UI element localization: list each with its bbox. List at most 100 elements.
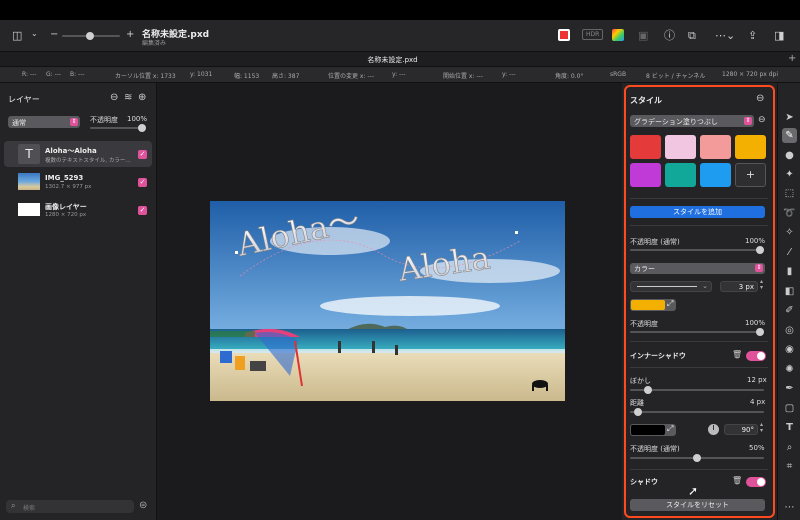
collapse-icon[interactable]: ⊖ bbox=[110, 93, 118, 103]
swatch-orange[interactable] bbox=[735, 135, 766, 159]
opacity-normal-value: 100% bbox=[745, 237, 766, 245]
info-g: G: --- bbox=[46, 71, 62, 78]
stroke-width-field[interactable]: 3 px bbox=[720, 281, 758, 292]
share-export-icon[interactable]: ⧉ bbox=[688, 30, 696, 41]
stroke-style-select[interactable]: ⌄ bbox=[630, 281, 712, 292]
visibility-checkbox[interactable]: ✓ bbox=[138, 206, 147, 215]
visibility-checkbox[interactable]: ✓ bbox=[138, 150, 147, 159]
inspector-toggle-icon[interactable]: ◨ bbox=[774, 30, 784, 41]
remove-fill-icon[interactable]: ⊖ bbox=[758, 116, 766, 125]
eyedropper-icon[interactable]: ⤢ bbox=[667, 299, 673, 309]
clone-tool-icon[interactable]: ◎ bbox=[782, 323, 797, 338]
zoom-slider-knob[interactable] bbox=[86, 32, 94, 40]
stroke-color-well[interactable]: ⤢ bbox=[630, 299, 676, 311]
shadow-color-well[interactable]: ⤢ bbox=[630, 424, 676, 436]
zoom-tool-icon[interactable]: ⌕ bbox=[782, 440, 797, 455]
visibility-checkbox[interactable]: ✓ bbox=[138, 178, 147, 187]
opacity-slider-knob[interactable] bbox=[138, 124, 146, 132]
more-tools-icon[interactable]: ⋯ bbox=[782, 500, 797, 515]
swatch-red[interactable] bbox=[630, 135, 661, 159]
lasso-tool-icon[interactable]: ➰ bbox=[782, 206, 797, 221]
swatch-grid: + bbox=[630, 135, 770, 191]
angle-dial[interactable] bbox=[708, 424, 719, 435]
slider-knob[interactable] bbox=[756, 246, 764, 254]
add-layer-icon[interactable]: ⊕ bbox=[138, 93, 146, 103]
slider-knob[interactable] bbox=[693, 454, 701, 462]
swatch-salmon[interactable] bbox=[700, 135, 731, 159]
blur-slider[interactable] bbox=[630, 386, 764, 394]
opacity-slider[interactable] bbox=[630, 328, 764, 336]
brush-tool-icon[interactable]: ⁄ bbox=[782, 245, 797, 260]
shadow-toggle[interactable] bbox=[746, 477, 766, 487]
inner-shadow-toggle[interactable] bbox=[746, 351, 766, 361]
info-bit-depth: 8 ビット / チャンネル bbox=[646, 73, 706, 80]
opacity-normal-slider[interactable] bbox=[630, 246, 764, 254]
hdr-button[interactable]: HDR bbox=[582, 29, 604, 40]
image-canvas[interactable]: Aloha〜 Aloha bbox=[210, 201, 565, 401]
zoom-slider[interactable] bbox=[62, 32, 120, 40]
info-pos-y: y: --- bbox=[392, 71, 406, 78]
more-options-icon[interactable]: ⋯⌄ bbox=[715, 30, 735, 41]
share-icon[interactable]: ⇪ bbox=[748, 30, 757, 41]
slider-knob[interactable] bbox=[634, 408, 642, 416]
swatch-purple[interactable] bbox=[630, 163, 661, 187]
color-adjust-tool-icon[interactable]: ● bbox=[782, 148, 797, 163]
select-tool-icon[interactable]: ⬚ bbox=[782, 186, 797, 201]
angle-field[interactable]: 90° bbox=[724, 424, 758, 435]
fill-type-value: グラデーション塗りつぶし bbox=[634, 118, 718, 126]
info-icon[interactable]: ⓘ bbox=[664, 30, 675, 41]
add-style-button[interactable]: スタイルを追加 bbox=[630, 206, 765, 218]
text-tool-icon[interactable]: T bbox=[782, 420, 797, 435]
tab-document[interactable]: 名称未設定.pxd bbox=[0, 55, 785, 65]
distance-slider[interactable] bbox=[630, 408, 764, 416]
layer-item-text[interactable]: T Aloha〜Aloha 複数のテキストスタイル, カラー… ✓ bbox=[4, 141, 152, 167]
canvas-area[interactable]: Aloha〜 Aloha bbox=[157, 83, 622, 520]
blur-label: ぼかし bbox=[630, 377, 651, 385]
trash-icon[interactable]: 🗑 bbox=[732, 476, 742, 485]
eraser-tool-icon[interactable]: ◧ bbox=[782, 284, 797, 299]
shadow-opacity-slider[interactable] bbox=[630, 454, 764, 462]
layers-stack-icon[interactable]: ≋ bbox=[124, 93, 132, 103]
pencil-tool-icon[interactable]: ✐ bbox=[782, 303, 797, 318]
new-tab-button[interactable]: + bbox=[788, 53, 796, 64]
collapse-icon[interactable]: ⊖ bbox=[756, 94, 764, 104]
slider-knob[interactable] bbox=[756, 328, 764, 336]
zoom-in-button[interactable]: + bbox=[126, 29, 134, 40]
light-tool-icon[interactable]: ✺ bbox=[782, 362, 797, 377]
color-picker-icon[interactable] bbox=[558, 29, 570, 41]
layer-item-image[interactable]: IMG_5293 1302.7 × 977 px ✓ bbox=[4, 169, 152, 195]
layer-item-blank[interactable]: 画像レイヤー 1280 × 720 px ✓ bbox=[4, 197, 152, 223]
eyedropper-icon[interactable]: ⤢ bbox=[667, 424, 673, 434]
opacity-slider[interactable] bbox=[90, 124, 146, 132]
swatch-pink[interactable] bbox=[665, 135, 696, 159]
magic-wand-icon[interactable]: ✧ bbox=[782, 225, 797, 240]
swatch-blue[interactable] bbox=[700, 163, 731, 187]
zoom-out-button[interactable]: − bbox=[50, 29, 58, 40]
crop-tool-icon[interactable]: ⌗ bbox=[782, 459, 797, 474]
add-swatch-button[interactable]: + bbox=[735, 163, 766, 187]
effects-tool-icon[interactable]: ✦ bbox=[782, 167, 797, 182]
stepper-icon[interactable]: ▴ ▾ bbox=[760, 422, 763, 434]
swatch-teal[interactable] bbox=[665, 163, 696, 187]
filter-icon[interactable]: ⊜ bbox=[139, 500, 147, 511]
fill-type-select[interactable]: グラデーション塗りつぶし ⇕ bbox=[630, 115, 754, 127]
chevron-down-icon[interactable]: ⌄ bbox=[31, 30, 38, 38]
shape-tool-icon[interactable]: ▢ bbox=[782, 401, 797, 416]
distance-label: 距離 bbox=[630, 399, 644, 407]
blur-tool-icon[interactable]: ◉ bbox=[782, 342, 797, 357]
color-palette-icon[interactable] bbox=[612, 29, 624, 41]
style-tool-icon[interactable]: ✎ bbox=[782, 128, 797, 143]
pen-tool-icon[interactable]: ✒ bbox=[782, 381, 797, 396]
stepper-icon[interactable]: ▴ ▾ bbox=[760, 279, 763, 291]
layer-search[interactable]: ⌕ 検索 bbox=[6, 500, 134, 513]
image-icon[interactable]: ▣ bbox=[638, 30, 648, 41]
color-mode-select[interactable]: カラー ⇕ bbox=[630, 263, 765, 274]
reset-style-button[interactable]: スタイルをリセット bbox=[630, 499, 765, 511]
sidebar-toggle-icon[interactable]: ◫ bbox=[12, 30, 22, 41]
blend-mode-select[interactable]: 通常 ⇕ bbox=[8, 116, 80, 128]
trash-icon[interactable]: 🗑 bbox=[732, 350, 742, 359]
arrow-tool-icon[interactable]: ➤ bbox=[782, 110, 797, 125]
slider-knob[interactable] bbox=[644, 386, 652, 394]
gradient-tool-icon[interactable]: ▮ bbox=[782, 264, 797, 279]
angle-indicator bbox=[713, 425, 714, 430]
